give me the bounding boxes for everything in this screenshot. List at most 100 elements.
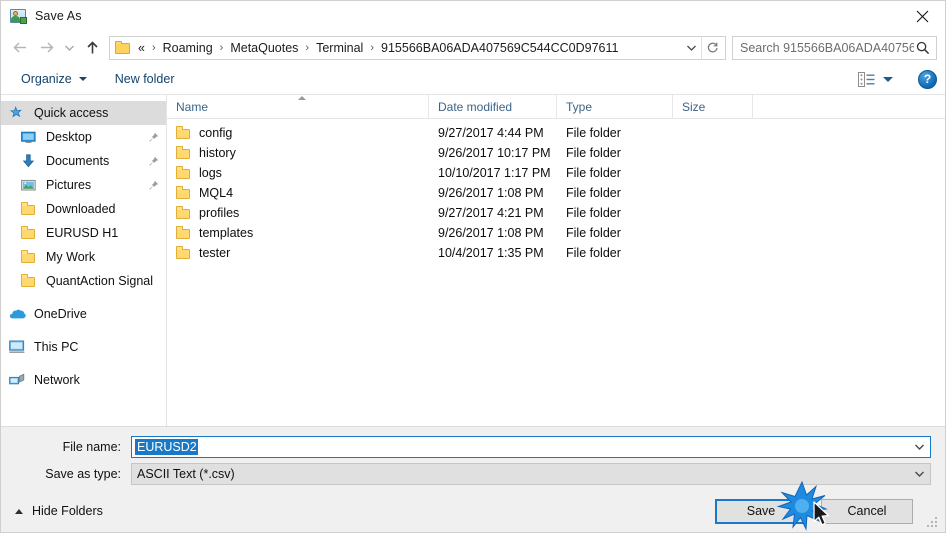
- sidebar-item-label: QuantAction Signal: [46, 274, 154, 288]
- sidebar-item-onedrive[interactable]: OneDrive: [1, 302, 166, 326]
- sidebar-item-my-work[interactable]: My Work: [1, 245, 166, 269]
- table-row[interactable]: history 9/26/2017 10:17 PM File folder: [167, 143, 945, 163]
- breadcrumb-roaming[interactable]: Roaming: [160, 39, 216, 57]
- title-bar: Save As: [1, 1, 945, 31]
- sidebar-item-label: This PC: [34, 340, 79, 354]
- sidebar-item-eurusd-h1[interactable]: EURUSD H1: [1, 221, 166, 245]
- folder-icon: [115, 41, 131, 54]
- search-input[interactable]: Search 915566BA06ADA40756...: [732, 35, 937, 60]
- save-as-type-select[interactable]: ASCII Text (*.csv): [131, 463, 931, 485]
- sidebar-item-this-pc[interactable]: This PC: [1, 335, 166, 359]
- command-toolbar: Organize New folder ?: [1, 64, 945, 95]
- file-name-cell: templates: [167, 226, 429, 240]
- download-arrow-icon: [21, 153, 39, 169]
- sidebar-item-network[interactable]: Network: [1, 368, 166, 392]
- hide-folders-label: Hide Folders: [32, 504, 103, 518]
- new-folder-button[interactable]: New folder: [109, 69, 181, 89]
- network-icon: [9, 372, 27, 388]
- file-type: File folder: [566, 226, 621, 240]
- table-row[interactable]: profiles 9/27/2017 4:21 PM File folder: [167, 203, 945, 223]
- file-name: history: [199, 146, 236, 160]
- pin-icon[interactable]: [146, 180, 160, 191]
- dialog-body: Quick access Desktop Documents Pictures …: [1, 94, 945, 426]
- close-icon[interactable]: [899, 1, 945, 31]
- organize-label: Organize: [21, 72, 72, 86]
- file-name: profiles: [199, 206, 240, 220]
- sidebar-item-pictures[interactable]: Pictures: [1, 173, 166, 197]
- column-header-size[interactable]: Size: [673, 94, 753, 119]
- save-as-type-label: Save as type:: [45, 467, 121, 481]
- save-as-app-icon: [9, 7, 27, 25]
- sidebar-item-label: Network: [34, 373, 80, 387]
- back-arrow-icon[interactable]: [7, 35, 33, 61]
- column-header-row: Name Date modified Type Size: [167, 94, 945, 119]
- help-label: ?: [923, 72, 932, 86]
- navigation-sidebar: Quick access Desktop Documents Pictures …: [1, 95, 167, 426]
- sidebar-item-documents[interactable]: Documents: [1, 149, 166, 173]
- table-row[interactable]: MQL4 9/26/2017 1:08 PM File folder: [167, 183, 945, 203]
- file-date: 10/10/2017 1:17 PM: [438, 166, 551, 180]
- file-name-row: File name: EURUSD2: [15, 436, 931, 458]
- recent-locations-chevron-icon[interactable]: [59, 35, 79, 61]
- file-type: File folder: [566, 126, 621, 140]
- resize-grip[interactable]: [927, 515, 940, 528]
- folder-icon: [21, 273, 39, 289]
- help-icon[interactable]: ?: [918, 69, 937, 89]
- file-name-cell: MQL4: [167, 186, 429, 200]
- column-header-type[interactable]: Type: [557, 94, 673, 119]
- monitor-icon: [21, 129, 39, 145]
- file-list-pane: Name Date modified Type Size config 9/27…: [167, 94, 945, 426]
- save-button[interactable]: Save: [715, 498, 807, 524]
- save-as-type-row: Save as type: ASCII Text (*.csv): [15, 463, 931, 485]
- breadcrumb-terminal-id[interactable]: 915566BA06ADA407569C544CC0D97611: [378, 39, 621, 57]
- folder-icon: [176, 146, 191, 160]
- file-name: templates: [199, 226, 254, 240]
- table-row[interactable]: tester 10/4/2017 1:35 PM File folder: [167, 243, 945, 263]
- folder-icon: [176, 246, 191, 260]
- file-date: 10/4/2017 1:35 PM: [438, 246, 544, 260]
- chevron-down-icon[interactable]: [908, 470, 930, 478]
- file-name-cell: logs: [167, 166, 429, 180]
- view-layout-icon[interactable]: [855, 70, 896, 89]
- pin-icon[interactable]: [146, 132, 160, 143]
- organize-button[interactable]: Organize: [15, 69, 93, 89]
- refresh-icon[interactable]: [701, 36, 723, 59]
- file-name-cell: history: [167, 146, 429, 160]
- chevron-down-icon[interactable]: [908, 443, 930, 451]
- breadcrumb-terminal[interactable]: Terminal: [313, 39, 366, 57]
- sidebar-item-desktop[interactable]: Desktop: [1, 125, 166, 149]
- sidebar-item-label: Quick access: [34, 106, 109, 120]
- sidebar-item-downloaded[interactable]: Downloaded: [1, 197, 166, 221]
- file-name: tester: [199, 246, 231, 260]
- file-name-cell: profiles: [167, 206, 429, 220]
- sidebar-item-label: My Work: [46, 250, 96, 264]
- search-icon: [914, 41, 932, 55]
- file-rows: config 9/27/2017 4:44 PM File folder his…: [167, 119, 945, 426]
- file-date: 9/27/2017 4:21 PM: [438, 206, 544, 220]
- file-date: 9/26/2017 10:17 PM: [438, 146, 551, 160]
- address-bar[interactable]: « › Roaming › MetaQuotes › Terminal › 91…: [109, 35, 726, 60]
- sidebar-item-quick-access[interactable]: Quick access: [1, 101, 166, 125]
- window-title: Save As: [35, 9, 82, 23]
- breadcrumb-metaquotes[interactable]: MetaQuotes: [227, 39, 301, 57]
- save-as-dialog: Save As « › Roaming › MetaQuotes › Termi…: [0, 0, 946, 533]
- table-row[interactable]: templates 9/26/2017 1:08 PM File folder: [167, 223, 945, 243]
- breadcrumb-separator: ›: [305, 41, 310, 54]
- table-row[interactable]: logs 10/10/2017 1:17 PM File folder: [167, 163, 945, 183]
- up-arrow-icon[interactable]: [79, 35, 105, 61]
- address-chevron-down-icon[interactable]: [681, 37, 701, 59]
- sidebar-item-quantaction-signal[interactable]: QuantAction Signal: [1, 269, 166, 293]
- file-name: logs: [199, 166, 222, 180]
- cancel-button[interactable]: Cancel: [821, 498, 913, 524]
- file-type: File folder: [566, 146, 621, 160]
- file-name-input[interactable]: EURUSD2: [131, 436, 931, 458]
- sidebar-item-label: Downloaded: [46, 202, 116, 216]
- pin-icon[interactable]: [146, 156, 160, 167]
- hide-folders-button[interactable]: Hide Folders: [15, 504, 103, 518]
- column-header-date-modified[interactable]: Date modified: [429, 94, 557, 119]
- breadcrumb-overflow[interactable]: «: [135, 39, 148, 57]
- table-row[interactable]: config 9/27/2017 4:44 PM File folder: [167, 123, 945, 143]
- file-type: File folder: [566, 166, 621, 180]
- forward-arrow-icon[interactable]: [33, 35, 59, 61]
- file-name-label: File name:: [62, 440, 121, 454]
